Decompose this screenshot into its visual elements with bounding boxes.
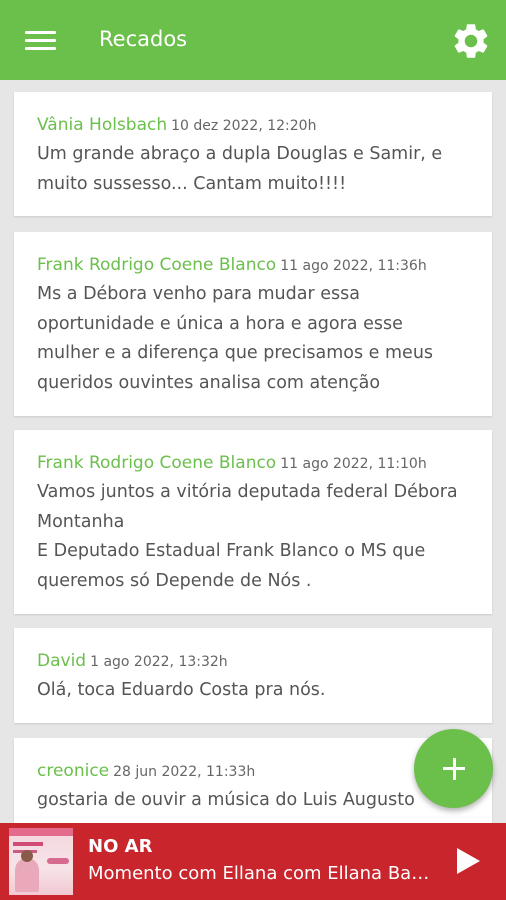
message-text: Um grande abraço a dupla Douglas e Samir… [37,144,443,194]
list-item[interactable]: Vânia Holsbach 10 dez 2022, 12:20h Um gra… [14,92,492,216]
play-icon[interactable] [456,848,480,874]
message-author: creonice [37,761,110,781]
message-date: 11 ago 2022, 11:36h [280,258,427,274]
message-date: 11 ago 2022, 11:10h [280,456,427,472]
message-text: Olá, toca Eduardo Costa pra nós. [37,680,326,700]
message-author: Vânia Holsbach [37,115,168,135]
message-author: Frank Rodrigo Coene Blanco [37,453,277,473]
message-date: 10 dez 2022, 12:20h [171,118,317,134]
message-date: 28 jun 2022, 11:33h [113,764,256,780]
message-text: gostaria de ouvir a música do Luis Augus… [37,790,415,810]
album-art [9,828,73,895]
list-item[interactable]: David 1 ago 2022, 13:32h Olá, toca Eduard… [14,628,492,723]
app-bar: Recados [0,0,506,80]
add-message-button[interactable] [414,729,493,808]
message-date: 1 ago 2022, 13:32h [90,654,228,670]
now-playing-title: Momento com Ellana com Ellana Barros [88,863,433,884]
list-item[interactable]: Frank Rodrigo Coene Blanco 11 ago 2022, 1… [14,232,492,416]
message-text: Vamos juntos a vitória deputada federal … [37,482,458,591]
page-title: Recados [99,27,188,51]
message-author: Frank Rodrigo Coene Blanco [37,255,277,275]
player-bar[interactable]: NO AR Momento com Ellana com Ellana Barr… [0,823,506,900]
on-air-label: NO AR [88,836,153,857]
gear-icon[interactable] [450,20,492,62]
list-item[interactable]: Frank Rodrigo Coene Blanco 11 ago 2022, 1… [14,430,492,614]
message-text: Ms a Débora venho para mudar essa oportu… [37,284,434,393]
hamburger-menu-icon[interactable] [25,31,56,51]
message-author: David [37,651,87,671]
